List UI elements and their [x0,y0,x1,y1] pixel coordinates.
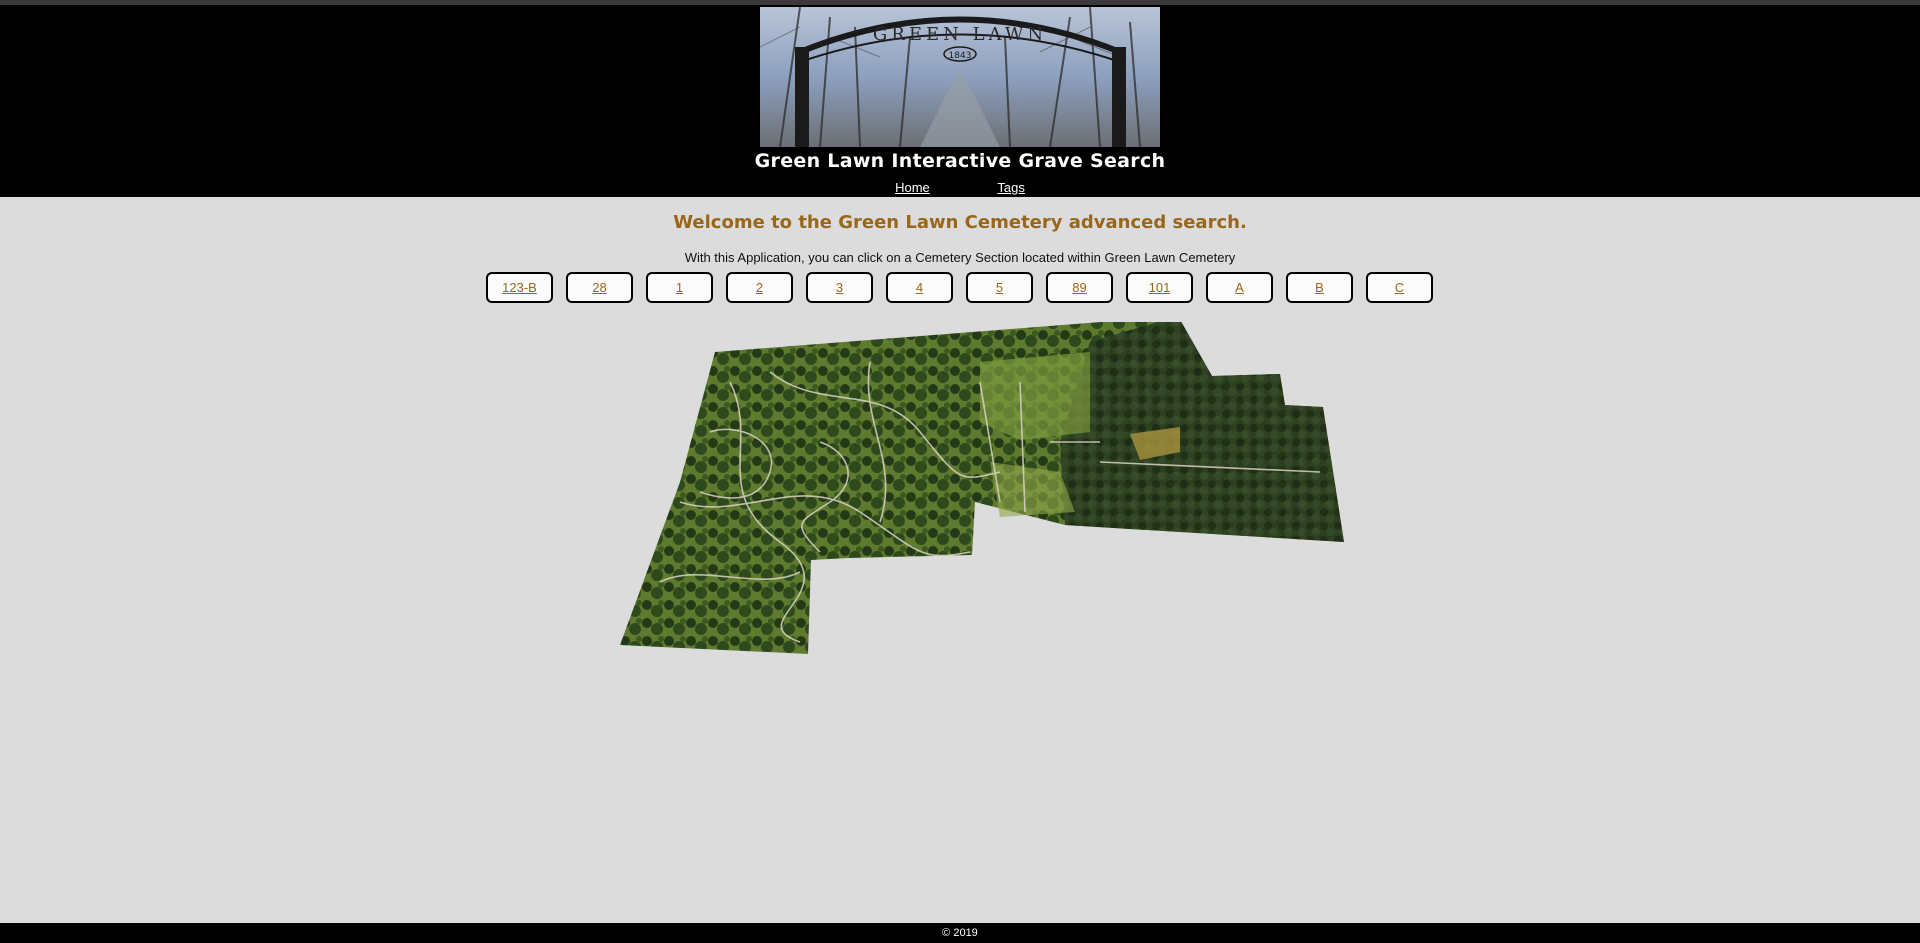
intro-text: With this Application, you can click on … [684,250,1236,265]
cemetery-gate-banner-image: GREEN LAWN 1843 [760,7,1160,147]
nav-link-tags[interactable]: Tags [997,180,1024,195]
site-header: GREEN LAWN 1843 Green Lawn Interactive G… [0,5,1920,197]
page-footer: © 2019 [0,923,1920,943]
section-button-3[interactable]: 3 [806,272,873,303]
section-button-2[interactable]: 2 [726,272,793,303]
banner-sign-year: 1843 [949,51,972,61]
banner-sign-text: GREEN LAWN [873,24,1047,45]
section-button-123-b[interactable]: 123-B [486,272,553,303]
welcome-heading: Welcome to the Green Lawn Cemetery advan… [673,212,1247,233]
section-button-c[interactable]: C [1366,272,1433,303]
section-button-28[interactable]: 28 [566,272,633,303]
section-button-row: 123-B 28 1 2 3 4 5 89 101 A B C [486,272,1433,303]
main-nav: Home Tags [0,180,1920,195]
site-title: Green Lawn Interactive Grave Search [754,150,1166,172]
section-button-101[interactable]: 101 [1126,272,1193,303]
section-button-b[interactable]: B [1286,272,1353,303]
cemetery-aerial-map[interactable] [620,316,1350,657]
section-button-a[interactable]: A [1206,272,1273,303]
nav-link-home[interactable]: Home [895,180,930,195]
gate-photo: GREEN LAWN 1843 [760,7,1160,147]
section-button-1[interactable]: 1 [646,272,713,303]
section-button-5[interactable]: 5 [966,272,1033,303]
aerial-map-image [620,316,1344,654]
section-button-89[interactable]: 89 [1046,272,1113,303]
section-button-4[interactable]: 4 [886,272,953,303]
copyright-text: © 2019 [942,927,978,939]
